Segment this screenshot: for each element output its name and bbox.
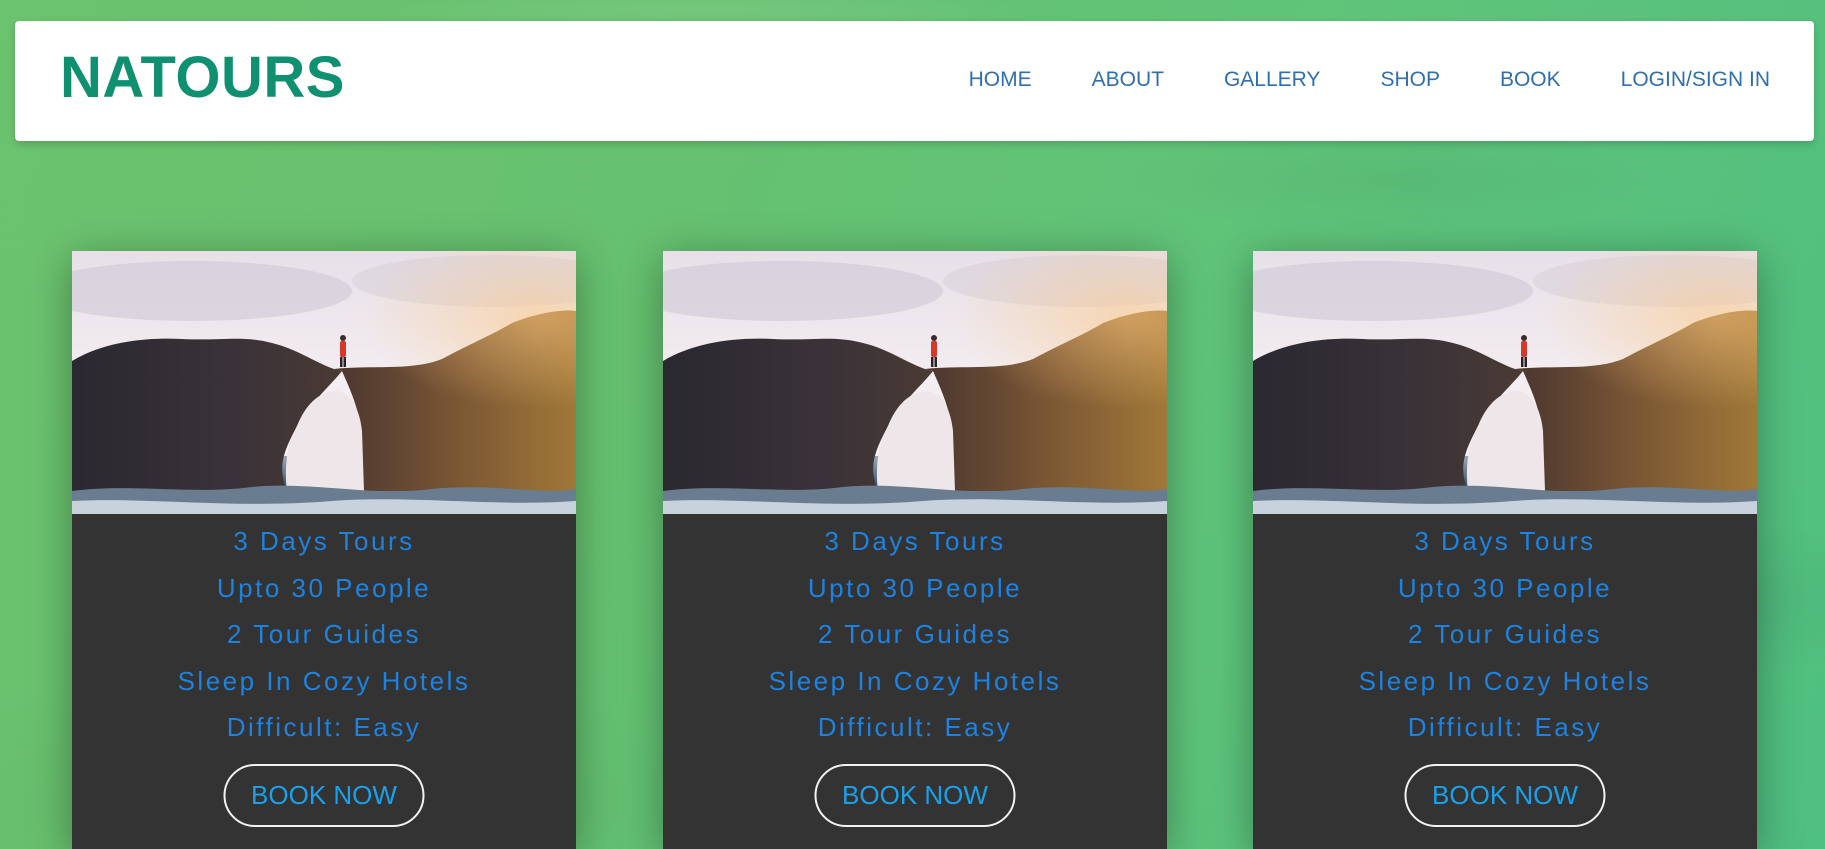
tour-group-size: Upto 30 People xyxy=(216,572,432,603)
tour-card: 3 Days Tours Upto 30 People 2 Tour Guide… xyxy=(72,251,576,849)
nav-home[interactable]: HOME xyxy=(969,69,1032,90)
tour-guides: 2 Tour Guides xyxy=(227,619,421,649)
nav-book[interactable]: BOOK xyxy=(1500,69,1561,90)
nav-shop[interactable]: SHOP xyxy=(1380,69,1440,90)
tour-duration: 3 Days Tours xyxy=(233,526,415,556)
tour-card: 3 Days Tours Upto 30 People 2 Tour Guide… xyxy=(1253,251,1757,849)
nav-about[interactable]: ABOUT xyxy=(1092,69,1164,90)
sea-arch-photo xyxy=(72,251,576,514)
book-now-button[interactable]: BOOK NOW xyxy=(814,764,1016,827)
book-now-button[interactable]: BOOK NOW xyxy=(223,764,425,827)
tour-difficulty: Difficult: Easy xyxy=(1407,712,1603,742)
tour-accommodation: Sleep In Cozy Hotels xyxy=(177,665,471,696)
book-now-button[interactable]: BOOK NOW xyxy=(1404,764,1606,827)
tour-duration: 3 Days Tours xyxy=(1414,526,1596,556)
sea-arch-photo xyxy=(663,251,1167,514)
tour-accommodation: Sleep In Cozy Hotels xyxy=(1358,665,1652,696)
sea-arch-photo xyxy=(1253,251,1757,514)
brand-logo[interactable]: NATOURS xyxy=(60,49,345,107)
tour-guides: 2 Tour Guides xyxy=(818,619,1012,649)
tour-details: 3 Days Tours Upto 30 People 2 Tour Guide… xyxy=(72,514,576,751)
tour-difficulty: Difficult: Easy xyxy=(817,712,1013,742)
main-nav: HOME ABOUT GALLERY SHOP BOOK LOGIN/SIGN … xyxy=(969,69,1770,90)
tour-details: 3 Days Tours Upto 30 People 2 Tour Guide… xyxy=(1253,514,1757,751)
nav-login-signin[interactable]: LOGIN/SIGN IN xyxy=(1621,69,1770,90)
site-header: NATOURS HOME ABOUT GALLERY SHOP BOOK LOG… xyxy=(15,21,1814,141)
tour-duration: 3 Days Tours xyxy=(824,526,1006,556)
tour-details: 3 Days Tours Upto 30 People 2 Tour Guide… xyxy=(663,514,1167,751)
tour-difficulty: Difficult: Easy xyxy=(226,712,422,742)
tour-guides: 2 Tour Guides xyxy=(1408,619,1602,649)
tour-group-size: Upto 30 People xyxy=(807,572,1023,603)
nav-gallery[interactable]: GALLERY xyxy=(1224,69,1321,90)
tour-accommodation: Sleep In Cozy Hotels xyxy=(768,665,1062,696)
tour-card: 3 Days Tours Upto 30 People 2 Tour Guide… xyxy=(663,251,1167,849)
tour-group-size: Upto 30 People xyxy=(1397,572,1613,603)
